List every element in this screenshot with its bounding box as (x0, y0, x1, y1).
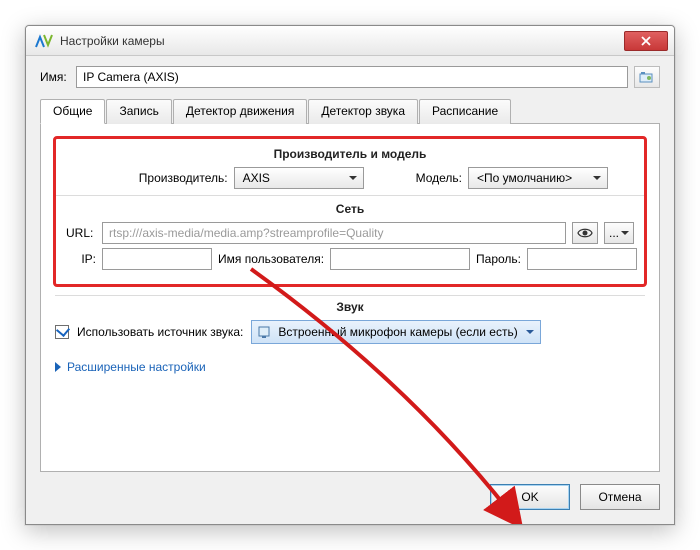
advanced-settings-toggle[interactable]: Расширенные настройки (55, 360, 645, 374)
model-select[interactable]: <По умолчанию> (468, 167, 608, 189)
close-icon (641, 36, 651, 46)
section-manufacturer-model: Производитель и модель (66, 147, 634, 161)
name-label: Имя: (40, 70, 70, 84)
close-button[interactable] (624, 31, 668, 51)
camera-name-input[interactable] (76, 66, 628, 88)
section-network: Сеть (66, 202, 634, 216)
manufacturer-label: Производитель: (139, 171, 228, 185)
ip-input[interactable] (102, 248, 212, 270)
password-input[interactable] (527, 248, 637, 270)
camera-icon-button[interactable] (634, 66, 660, 88)
dialog-content: Имя: Общие Запись Детектор движения Дете… (26, 56, 674, 484)
app-icon (34, 31, 54, 51)
preview-button[interactable] (572, 222, 598, 244)
password-label: Пароль: (476, 252, 521, 266)
camera-icon (639, 70, 655, 84)
tab-general[interactable]: Общие (40, 99, 105, 124)
use-sound-checkbox[interactable] (55, 325, 69, 339)
use-sound-label: Использовать источник звука: (77, 325, 243, 339)
sound-source-select[interactable]: Встроенный микрофон камеры (если есть) (251, 320, 540, 344)
cancel-button[interactable]: Отмена (580, 484, 660, 510)
browse-label: ... (609, 226, 619, 240)
advanced-settings-label: Расширенные настройки (67, 360, 206, 374)
name-row: Имя: (40, 66, 660, 88)
sound-section: Звук Использовать источник звука: Встрое… (53, 295, 647, 374)
titlebar[interactable]: Настройки камеры (26, 26, 674, 56)
url-input[interactable] (102, 222, 566, 244)
manufacturer-select[interactable]: AXIS (234, 167, 364, 189)
eye-icon (577, 227, 593, 239)
ok-button[interactable]: OK (490, 484, 570, 510)
window-title: Настройки камеры (60, 34, 165, 48)
dialog-button-bar: OK Отмена (26, 484, 674, 524)
model-label: Модель: (416, 171, 462, 185)
section-sound-title: Звук (55, 300, 645, 314)
url-row: URL: ... (66, 222, 634, 244)
tab-motion-detector[interactable]: Детектор движения (173, 99, 307, 124)
tab-body-general: Производитель и модель Производитель: AX… (40, 124, 660, 472)
sound-row: Использовать источник звука: Встроенный … (55, 320, 645, 344)
ip-label: IP: (66, 252, 96, 266)
manufacturer-row: Производитель: AXIS Модель: <По умолчани… (66, 167, 634, 189)
tab-recording[interactable]: Запись (106, 99, 171, 124)
dialog-window: Настройки камеры Имя: Общие Запись Детек… (25, 25, 675, 525)
sound-source-value: Встроенный микрофон камеры (если есть) (278, 325, 517, 339)
manufacturer-value: AXIS (243, 171, 270, 185)
url-label: URL: (66, 226, 96, 240)
device-icon (258, 325, 272, 339)
tab-sound-detector[interactable]: Детектор звука (308, 99, 418, 124)
model-value: <По умолчанию> (477, 171, 572, 185)
expand-icon (55, 362, 61, 372)
tab-strip: Общие Запись Детектор движения Детектор … (40, 98, 660, 124)
highlight-annotation: Производитель и модель Производитель: AX… (53, 136, 647, 287)
browse-button[interactable]: ... (604, 222, 634, 244)
credentials-row: IP: Имя пользователя: Пароль: (66, 248, 634, 270)
tab-schedule[interactable]: Расписание (419, 99, 511, 124)
username-input[interactable] (330, 248, 470, 270)
username-label: Имя пользователя: (218, 252, 324, 266)
